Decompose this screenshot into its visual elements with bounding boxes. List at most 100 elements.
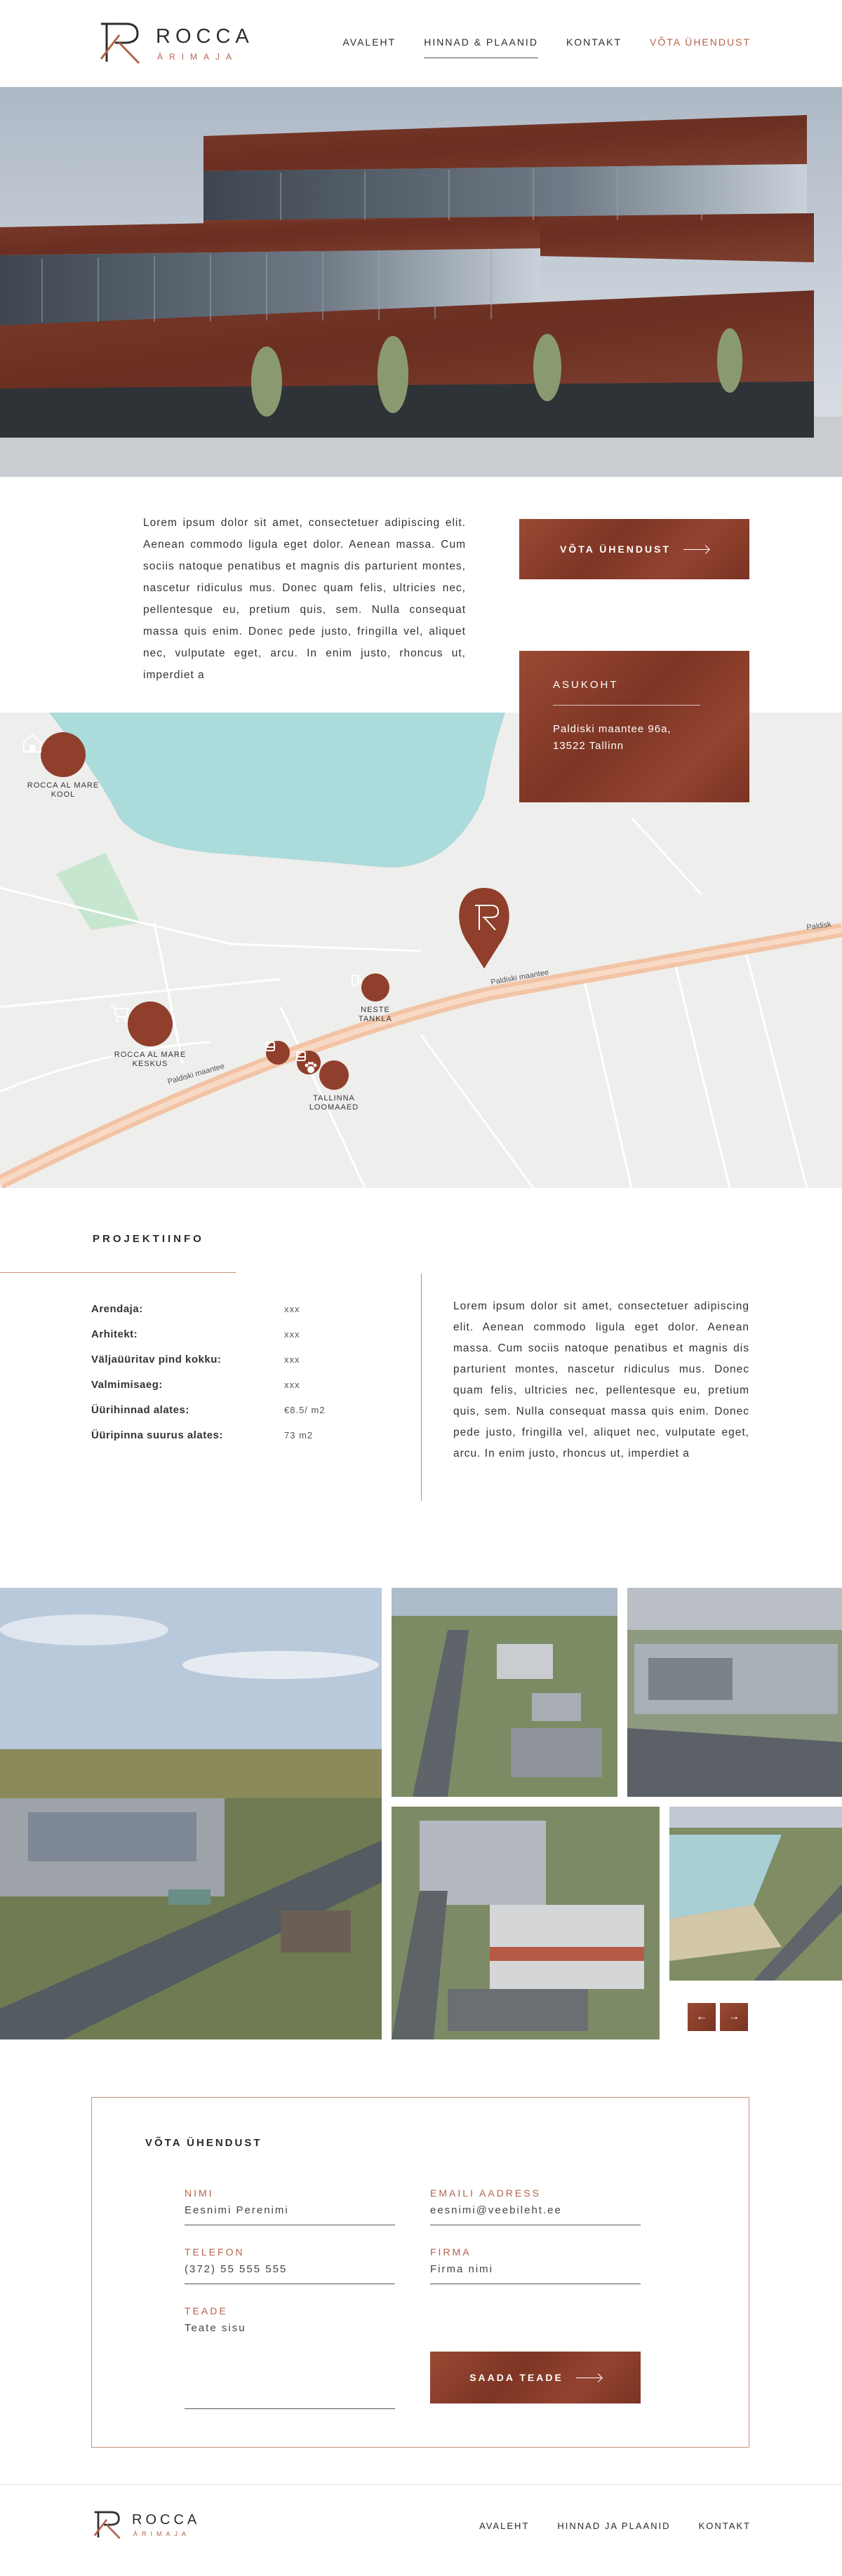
company-field-label: FIRMA bbox=[430, 2246, 472, 2258]
project-info-row: Valmimisaeg: xxx bbox=[91, 1372, 330, 1397]
project-info-value: xxx bbox=[284, 1379, 300, 1390]
poi-neste-station[interactable]: NESTE TANKLA bbox=[349, 973, 401, 1024]
building-illustration bbox=[0, 87, 842, 477]
project-info-value: xxx bbox=[284, 1354, 300, 1365]
site-header: ROCCA ÄRIMAJA AVALEHT HINNAD & PLAANID K… bbox=[0, 0, 842, 87]
footer-nav-prices-plans[interactable]: HINNAD JA PLAANID bbox=[557, 2521, 670, 2531]
bus-icon bbox=[265, 1041, 290, 1065]
project-info-label: Arhitekt: bbox=[91, 1328, 138, 1340]
poi-label: KESKUS bbox=[132, 1060, 168, 1068]
arrow-right-icon: → bbox=[728, 2011, 740, 2023]
project-info-row: Arhitekt: xxx bbox=[91, 1321, 330, 1347]
project-info-label: Valmimisaeg: bbox=[91, 1378, 163, 1391]
poi-label: LOOMAAED bbox=[309, 1103, 359, 1112]
project-info-table: Arendaja: xxx Arhitekt: xxx Väljaüüritav… bbox=[91, 1296, 330, 1448]
send-message-label: SAADA TEADE bbox=[469, 2372, 563, 2383]
poi-label: TALLINNA bbox=[313, 1094, 355, 1102]
project-info-row: Üüripinna suurus alates: 73 m2 bbox=[91, 1422, 330, 1448]
zoo-icon bbox=[305, 1060, 349, 1090]
project-info-value: xxx bbox=[284, 1328, 300, 1340]
school-icon bbox=[23, 732, 86, 777]
message-textarea[interactable]: Teate sisu bbox=[185, 2322, 395, 2409]
project-info-label: Arendaja: bbox=[91, 1302, 143, 1315]
footer-brand-name: ROCCA bbox=[132, 2512, 201, 2528]
poi-rocca-centre[interactable]: ROCCA AL MARE KESKUS bbox=[108, 1002, 192, 1069]
gallery-photo[interactable] bbox=[0, 1588, 382, 2039]
send-message-button[interactable]: SAADA TEADE bbox=[430, 2352, 641, 2403]
location-card: ASUKOHT Paldiski maantee 96a, 13522 Tall… bbox=[519, 651, 749, 802]
project-info-row: Väljaüüritav pind kokku: xxx bbox=[91, 1347, 330, 1372]
poi-label: ROCCA AL MARE bbox=[27, 781, 100, 790]
name-field[interactable]: NIMI Eesnimi Perenimi bbox=[185, 2187, 395, 2225]
project-description: Lorem ipsum dolor sit amet, consectetuer… bbox=[453, 1300, 749, 1459]
company-input[interactable]: Firma nimi bbox=[430, 2263, 641, 2284]
company-field[interactable]: FIRMA Firma nimi bbox=[430, 2246, 641, 2284]
fuel-pump-icon bbox=[352, 973, 389, 1002]
poi-label: TANKLA bbox=[359, 1015, 392, 1023]
address-line: Paldiski maantee 96a, bbox=[553, 723, 671, 735]
poi-label: ROCCA AL MARE bbox=[114, 1051, 187, 1059]
project-info-value: 73 m2 bbox=[284, 1429, 314, 1441]
address-line: 13522 Tallinn bbox=[553, 740, 624, 752]
location-pin-icon[interactable] bbox=[459, 888, 509, 969]
project-info-row: Üürihinnad alates: €8.5/ m2 bbox=[91, 1397, 330, 1422]
footer-nav-contact[interactable]: KONTAKT bbox=[699, 2521, 751, 2531]
gallery-photo[interactable] bbox=[627, 1588, 842, 1797]
main-nav: AVALEHT HINNAD & PLAANID KONTAKT VÕTA ÜH… bbox=[315, 36, 751, 58]
rocca-logo-icon bbox=[93, 2511, 121, 2540]
nav-prices-plans[interactable]: HINNAD & PLAANID bbox=[424, 36, 538, 58]
gallery-next-button[interactable]: → bbox=[720, 2003, 748, 2031]
divider bbox=[0, 1272, 236, 1273]
divider bbox=[421, 1274, 422, 1501]
arrow-right-icon bbox=[683, 548, 709, 550]
phone-field[interactable]: TELEFON (372) 55 555 555 bbox=[185, 2246, 395, 2284]
footer-nav: AVALEHT HINNAD JA PLAANID KONTAKT bbox=[451, 2521, 751, 2531]
project-info-label: Üüripinna suurus alates: bbox=[91, 1429, 223, 1441]
contact-form: VÕTA ÜHENDUST NIMI Eesnimi Perenimi EMAI… bbox=[91, 2097, 749, 2448]
location-address: Paldiski maantee 96a, 13522 Tallinn bbox=[553, 721, 716, 755]
project-info-value: xxx bbox=[284, 1303, 300, 1314]
project-info-title: PROJEKTIINFO bbox=[93, 1233, 204, 1245]
project-info-label: Väljaüüritav pind kokku: bbox=[91, 1353, 222, 1365]
gallery-photo[interactable] bbox=[392, 1588, 617, 1797]
message-field-label: TEADE bbox=[185, 2305, 228, 2317]
hero-image bbox=[0, 87, 842, 477]
arrow-left-icon: ← bbox=[696, 2011, 707, 2023]
footer-brand-subtitle: ÄRIMAJA bbox=[133, 2530, 191, 2537]
brand-subtitle: ÄRIMAJA bbox=[157, 52, 239, 62]
project-info-row: Arendaja: xxx bbox=[91, 1296, 330, 1321]
gallery-photo[interactable] bbox=[392, 1807, 660, 2039]
nav-contact[interactable]: KONTAKT bbox=[566, 36, 622, 58]
name-input[interactable]: Eesnimi Perenimi bbox=[185, 2204, 395, 2225]
gallery-photo[interactable] bbox=[669, 1807, 842, 1981]
nav-home[interactable]: AVALEHT bbox=[343, 36, 396, 58]
phone-input[interactable]: (372) 55 555 555 bbox=[185, 2263, 395, 2284]
footer-divider bbox=[0, 2484, 842, 2485]
message-field[interactable]: TEADE Teate sisu bbox=[185, 2305, 395, 2409]
photo-gallery: ← → bbox=[0, 1588, 842, 2044]
poi-tallinn-zoo[interactable]: TALLINNA LOOMAAED bbox=[303, 1060, 365, 1112]
email-field[interactable]: EMAILI AADRESS eesnimi@veebileht.ee bbox=[430, 2187, 641, 2225]
email-field-label: EMAILI AADRESS bbox=[430, 2187, 541, 2199]
brand-name: ROCCA bbox=[156, 25, 254, 48]
intro-paragraph: Lorem ipsum dolor sit amet, consectetuer… bbox=[143, 517, 466, 681]
name-field-label: NIMI bbox=[185, 2187, 214, 2199]
get-in-touch-button[interactable]: VÕTA ÜHENDUST bbox=[519, 519, 749, 579]
poi-label: NESTE bbox=[361, 1006, 390, 1014]
brand-logo[interactable]: ROCCA ÄRIMAJA bbox=[98, 20, 267, 69]
rocca-logo-icon bbox=[100, 22, 140, 65]
email-input[interactable]: eesnimi@veebileht.ee bbox=[430, 2204, 641, 2225]
gallery-prev-button[interactable]: ← bbox=[688, 2003, 716, 2031]
shopping-cart-icon bbox=[110, 1002, 173, 1046]
footer-logo[interactable]: ROCCA ÄRIMAJA bbox=[93, 2509, 233, 2544]
poi-rocca-school[interactable]: ROCCA AL MARE KOOL bbox=[21, 732, 105, 800]
poi-label: KOOL bbox=[51, 790, 76, 799]
project-info-label: Üürihinnad alates: bbox=[91, 1403, 189, 1416]
nav-get-in-touch[interactable]: VÕTA ÜHENDUST bbox=[650, 36, 751, 58]
form-title: VÕTA ÜHENDUST bbox=[145, 2137, 262, 2149]
poi-bus-stop[interactable] bbox=[264, 1041, 292, 1069]
get-in-touch-label: VÕTA ÜHENDUST bbox=[560, 544, 671, 555]
project-info-value: €8.5/ m2 bbox=[284, 1404, 326, 1415]
footer-nav-home[interactable]: AVALEHT bbox=[479, 2521, 529, 2531]
location-title: ASUKOHT bbox=[553, 679, 700, 706]
